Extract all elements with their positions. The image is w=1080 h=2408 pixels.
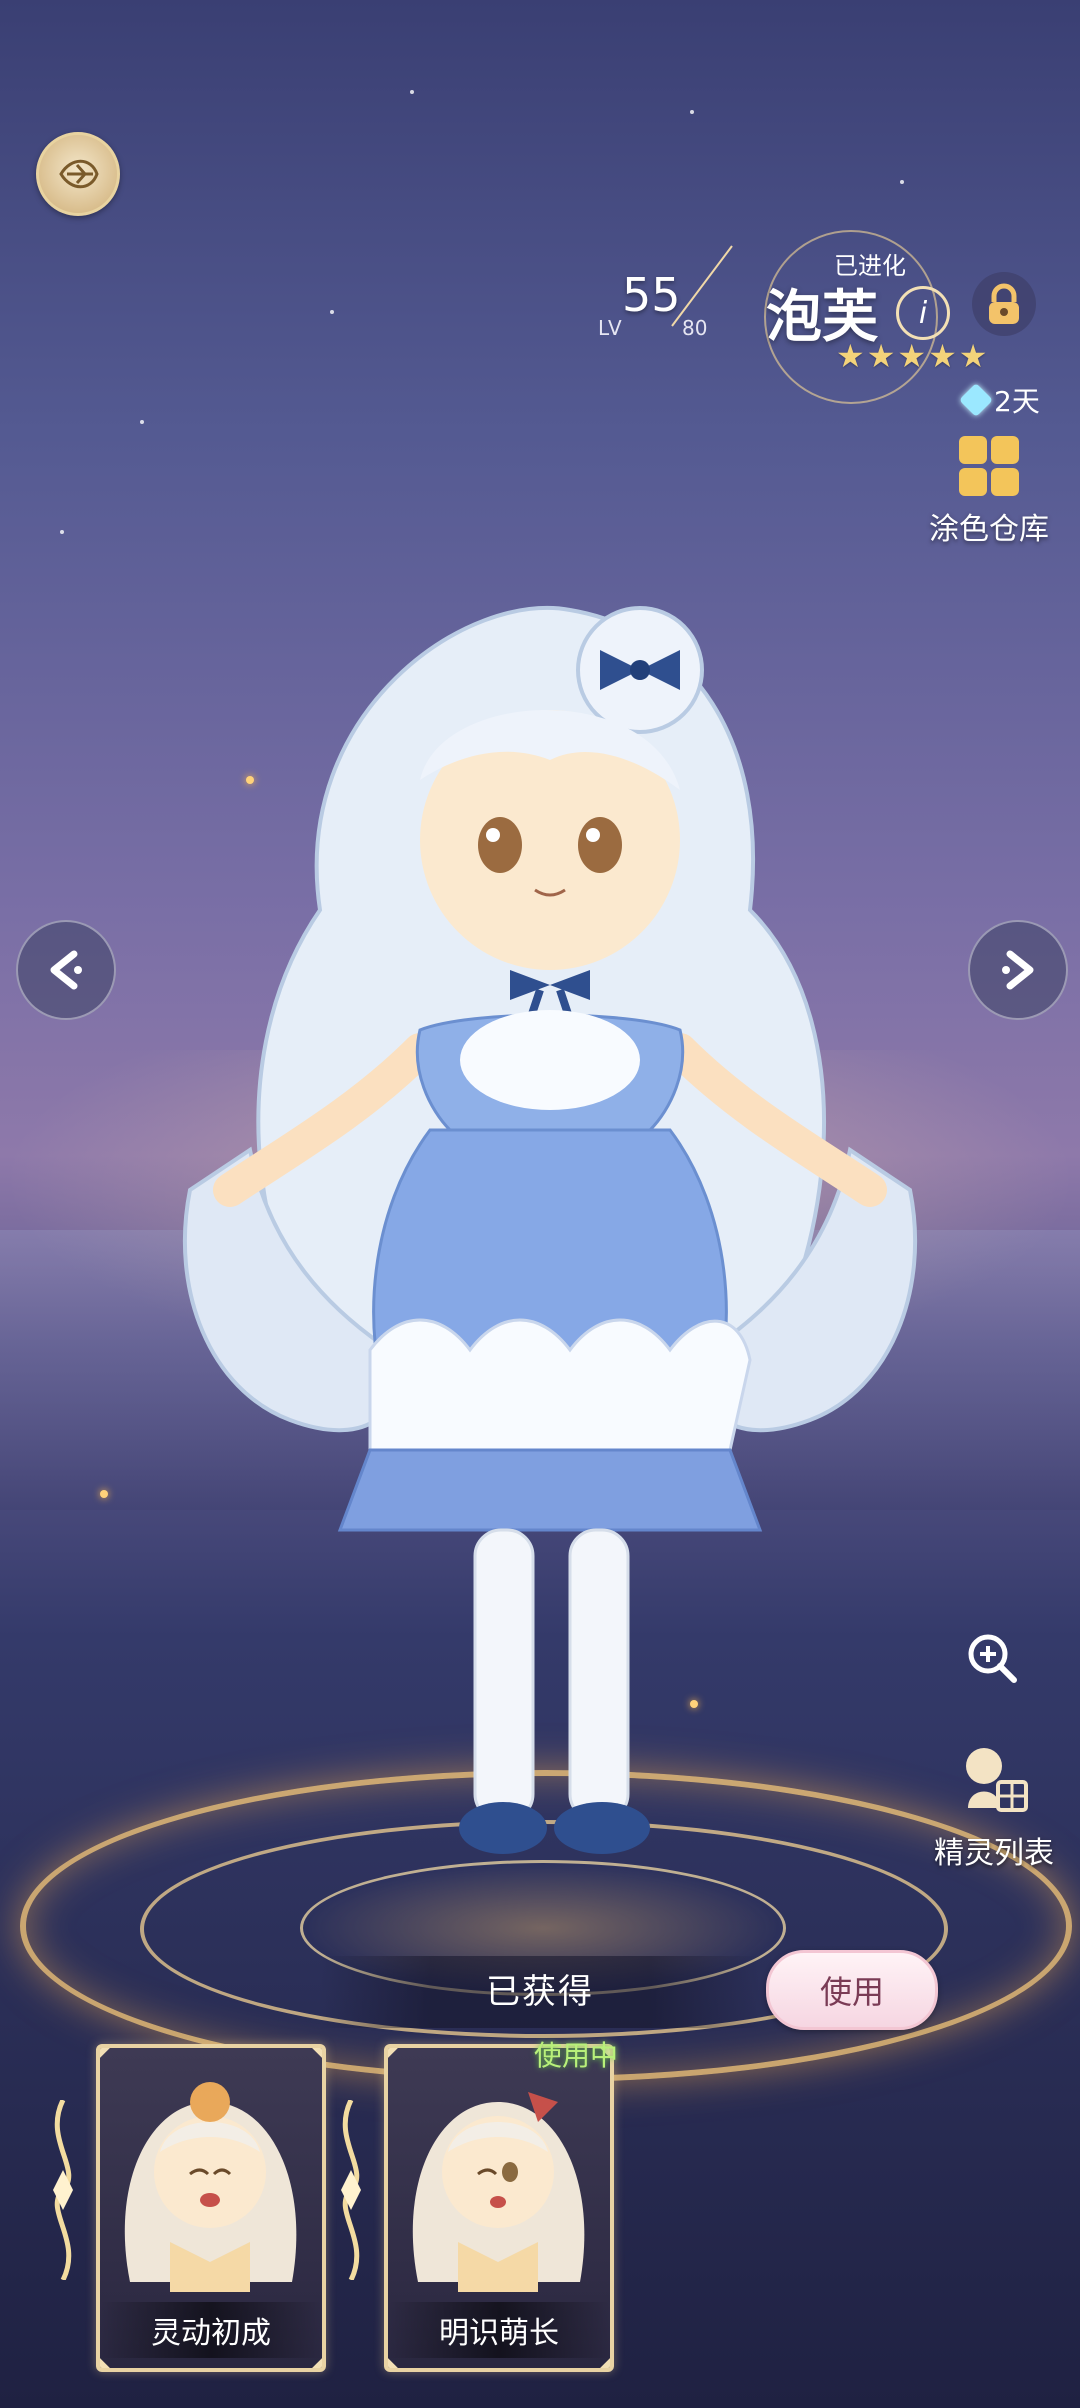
star-icon: ★ (866, 337, 896, 375)
level-max: 80 (682, 316, 708, 340)
sparkle (100, 1490, 108, 1498)
star (900, 180, 904, 184)
star (410, 90, 414, 94)
previous-button[interactable] (16, 920, 116, 1020)
card-corner (388, 2048, 398, 2058)
lock-icon[interactable] (972, 272, 1036, 336)
leaf-emblem-icon[interactable] (36, 132, 120, 216)
star-icon: ★ (836, 337, 865, 375)
star (60, 530, 64, 534)
next-button[interactable] (968, 920, 1068, 1020)
zoom-in-icon (968, 1634, 1017, 1683)
use-button[interactable]: 使用 (766, 1950, 938, 2030)
star-icon: ★ (928, 337, 957, 375)
card-corner (100, 2048, 110, 2058)
outfit-card-1[interactable]: 灵动初成 (96, 2044, 326, 2372)
info-icon[interactable]: i (896, 286, 950, 340)
rarity-stars: ★ ★ ★ ★ ★ (836, 340, 1016, 376)
card-corner (388, 2358, 398, 2368)
paint-warehouse-label: 涂色仓库 (929, 512, 1049, 547)
obtained-status: 已获得 (486, 1972, 594, 2012)
card-corner (100, 2358, 110, 2368)
star (330, 310, 334, 314)
sprite-list-button[interactable]: 精灵列表 (924, 1738, 1064, 1872)
flourish-ornament (341, 2100, 361, 2280)
outfit-portrait (124, 2082, 297, 2292)
star-icon: ★ (958, 337, 988, 375)
outfit-label: 灵动初成 (100, 2302, 322, 2358)
diamond-icon (959, 383, 993, 417)
days-text: 2天 (994, 385, 1040, 418)
star (690, 110, 694, 114)
time-remaining: 2天 (959, 380, 1040, 420)
outfit-label: 明识萌长 (388, 2302, 610, 2358)
level-label: LV (598, 316, 623, 340)
flourish-ornament (53, 2100, 73, 2280)
sprite-list-icon (966, 1748, 1028, 1812)
zoom-in-button[interactable] (956, 1622, 1028, 1694)
outfit-card-2[interactable]: 明识萌长 (384, 2044, 614, 2372)
star-icon: ★ (897, 337, 927, 375)
outfit-portrait (412, 2092, 585, 2292)
in-use-tag: 使用中 (534, 2039, 619, 2072)
character-model (182, 605, 918, 1854)
chevron-right-icon (1002, 950, 1034, 990)
card-corner (312, 2048, 322, 2058)
sprite-list-label: 精灵列表 (934, 1836, 1054, 1871)
card-corner (600, 2358, 610, 2368)
card-corner (312, 2358, 322, 2368)
paint-grid-icon (959, 436, 1019, 496)
chevron-left-icon (50, 950, 82, 990)
paint-warehouse-button[interactable]: 涂色仓库 (924, 436, 1054, 548)
star (140, 420, 144, 424)
